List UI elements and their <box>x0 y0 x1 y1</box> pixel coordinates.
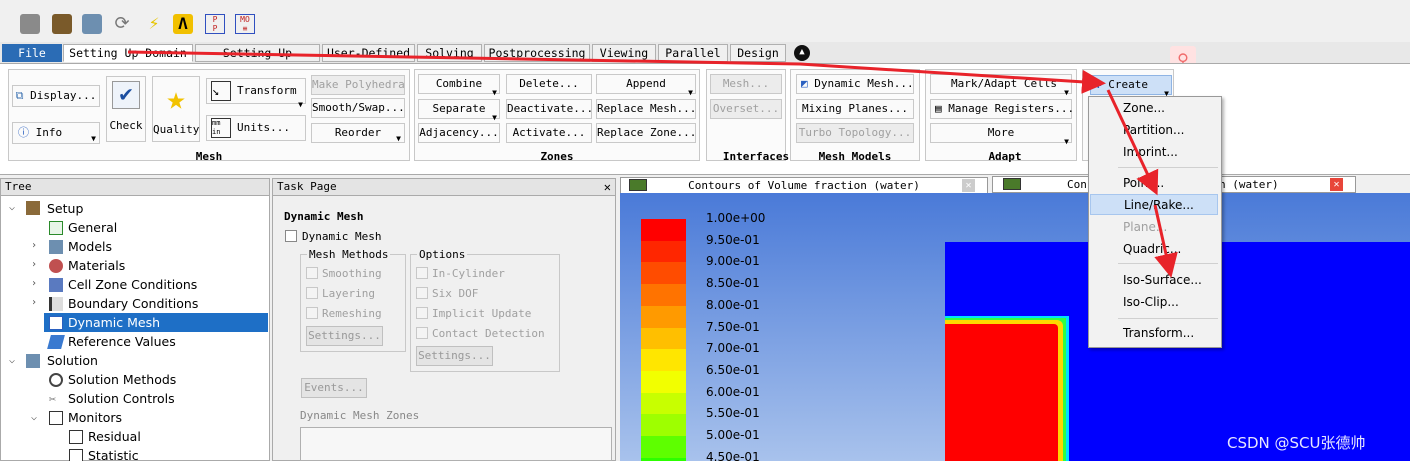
arrow-to-create <box>127 50 1106 94</box>
watermark: CSDN @SCU张德帅 <box>1227 434 1366 452</box>
arrow-to-line-rake <box>1106 89 1159 196</box>
annotation-arrows <box>127 50 1178 278</box>
arrow-to-iso-surface <box>1153 204 1178 278</box>
